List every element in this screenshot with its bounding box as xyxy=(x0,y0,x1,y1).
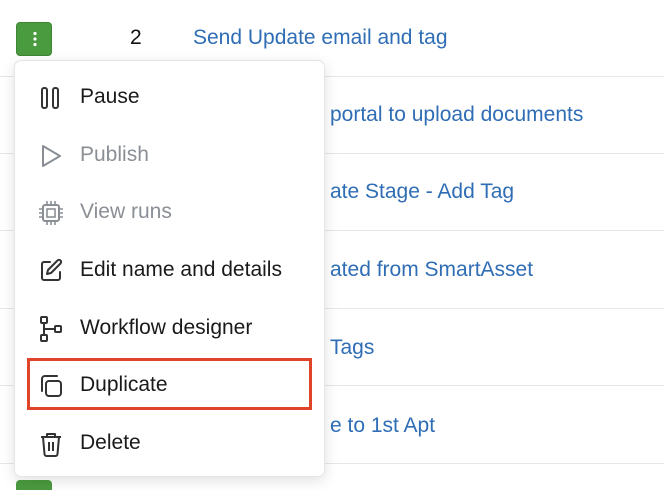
row-count: 2 xyxy=(130,26,142,49)
menu-item-label: View runs xyxy=(80,200,172,223)
menu-item-view-runs[interactable]: View runs xyxy=(15,188,324,236)
workflow-name-link[interactable]: Send Update email and tag xyxy=(193,26,448,50)
menu-item-duplicate[interactable]: Duplicate xyxy=(15,361,324,409)
menu-item-delete[interactable]: Delete xyxy=(15,419,324,467)
row-actions-button[interactable] xyxy=(16,22,52,56)
duplicate-icon xyxy=(41,375,62,397)
menu-item-label: Edit name and details xyxy=(80,258,282,281)
menu-item-publish[interactable]: Publish xyxy=(15,131,324,179)
menu-item-label: Delete xyxy=(80,431,141,454)
row-actions-button[interactable] xyxy=(16,480,52,490)
menu-item-label: Workflow designer xyxy=(80,316,253,339)
workflow-name-link[interactable]: ate Stage - Add Tag xyxy=(330,180,514,204)
menu-item-workflow-designer[interactable]: Workflow designer xyxy=(15,304,324,352)
menu-item-edit-name[interactable]: Edit name and details xyxy=(15,246,324,294)
workflow-name-link[interactable]: ated from SmartAsset xyxy=(330,258,533,282)
workflow-name-link[interactable]: portal to upload documents xyxy=(330,103,583,127)
row-actions-menu: Pause Publish View runs Edit name and de… xyxy=(14,60,325,477)
chip-icon xyxy=(39,201,63,225)
edit-icon xyxy=(41,258,63,281)
menu-item-pause[interactable]: Pause xyxy=(15,73,324,121)
trash-icon xyxy=(41,433,61,457)
menu-item-label: Duplicate xyxy=(80,373,168,396)
play-icon xyxy=(42,145,61,167)
workflow-name-link[interactable]: e to 1st Apt xyxy=(330,414,435,438)
more-vertical-icon xyxy=(33,31,37,47)
workflow-icon xyxy=(40,316,62,342)
pause-icon xyxy=(41,87,59,109)
workflow-name-link[interactable]: Tags xyxy=(330,336,374,360)
menu-item-label: Pause xyxy=(80,85,140,108)
menu-item-label: Publish xyxy=(80,143,149,166)
